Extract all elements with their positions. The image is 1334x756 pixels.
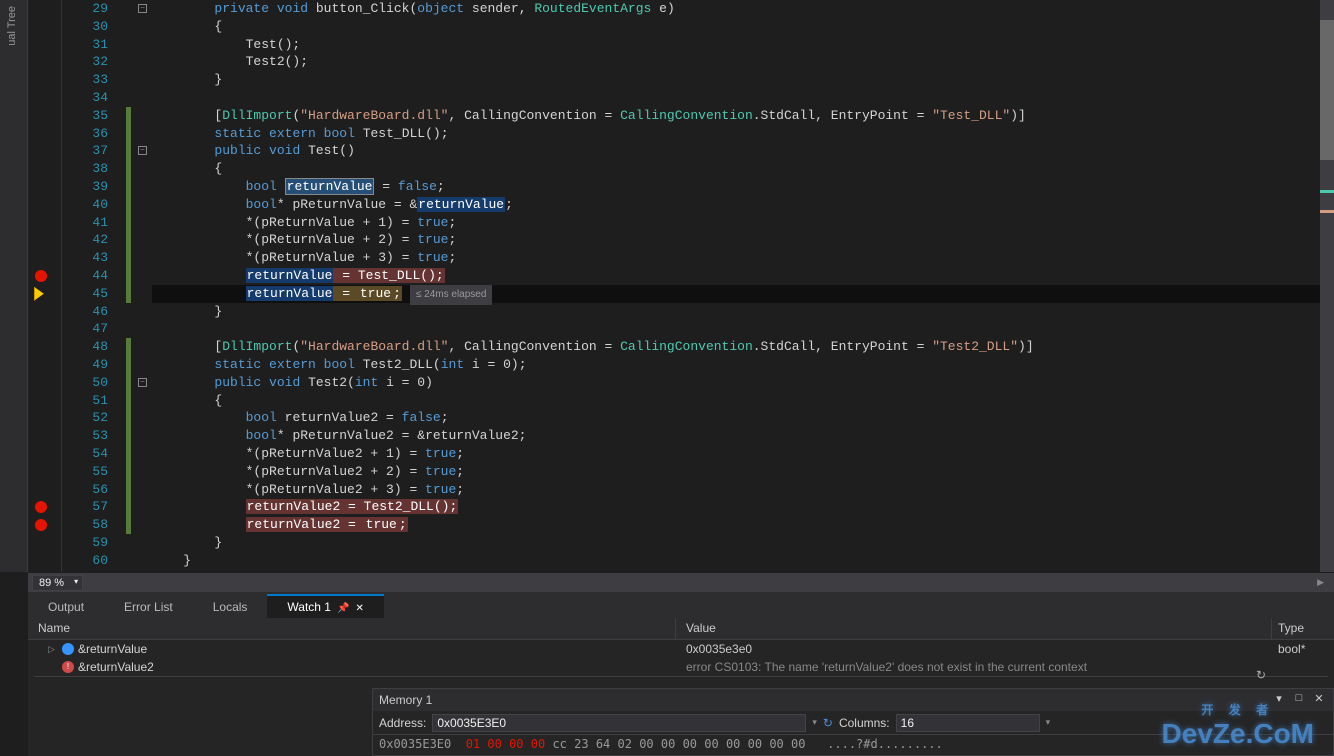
code-line[interactable]: private void button_Click(object sender,… — [152, 0, 675, 18]
watch-header-type[interactable]: Type — [1272, 618, 1334, 639]
code-line[interactable]: } — [152, 534, 222, 552]
breakpoint-marker[interactable] — [35, 519, 47, 531]
code-line[interactable]: *(pReturnValue + 1) = true; — [152, 214, 456, 232]
watch-value: 0x0035e3e0 — [676, 642, 1272, 656]
vertical-scrollbar[interactable] — [1320, 0, 1334, 572]
code-line[interactable]: Test(); — [152, 36, 300, 54]
memory-address-input[interactable] — [432, 714, 806, 732]
tab-watch-1[interactable]: Watch 1📌✕ — [267, 594, 383, 618]
tab-error-list[interactable]: Error List — [104, 596, 193, 618]
tab-output[interactable]: Output — [28, 596, 104, 618]
code-line[interactable]: *(pReturnValue + 2) = true; — [152, 231, 456, 249]
code-line[interactable]: *(pReturnValue + 3) = true; — [152, 249, 456, 267]
code-editor[interactable]: 29 30 31 32 33 34 35 36 37 38 39 40 41 4… — [28, 0, 1334, 572]
memory-hex-view[interactable]: 0x0035E3E0 01 00 00 00 cc 23 64 02 00 00… — [373, 735, 1333, 753]
memory-title-bar: Memory 1 ▾ □ ✕ — [373, 689, 1333, 711]
bottom-panel-tabs: OutputError ListLocalsWatch 1📌✕ — [28, 592, 1334, 618]
code-line[interactable]: static extern bool Test_DLL(); — [152, 125, 449, 143]
watch-value: error CS0103: The name 'returnValue2' do… — [676, 660, 1272, 674]
fold-toggle-icon[interactable]: − — [138, 378, 147, 387]
modified-line-marker — [126, 107, 131, 303]
code-line[interactable]: bool* pReturnValue = &returnValue; — [152, 196, 513, 214]
tab-locals[interactable]: Locals — [193, 596, 268, 618]
live-visual-tree-panel[interactable]: ual Tree — [0, 0, 28, 572]
watch-name: &returnValue — [78, 642, 147, 656]
memory-columns-input[interactable] — [896, 714, 1040, 732]
code-line[interactable]: } — [152, 552, 191, 570]
code-line[interactable]: *(pReturnValue2 + 2) = true; — [152, 463, 464, 481]
error-icon: ! — [62, 661, 74, 673]
reload-icon[interactable]: ↻ — [823, 716, 833, 730]
close-icon[interactable]: ✕ — [1311, 692, 1327, 708]
expand-icon[interactable]: ▷ — [48, 644, 58, 655]
code-line[interactable]: { — [152, 160, 222, 178]
perf-tip[interactable]: ≤ 24ms elapsed — [410, 285, 493, 305]
code-line[interactable]: *(pReturnValue2 + 1) = true; — [152, 445, 464, 463]
breakpoint-marker[interactable] — [35, 501, 47, 513]
code-line[interactable]: bool returnValue2 = false; — [152, 409, 449, 427]
editor-zoom-bar: 89 % ▶ — [28, 572, 1334, 592]
code-line[interactable]: public void Test2(int i = 0) — [152, 374, 433, 392]
refresh-icon[interactable]: ↻ — [1256, 668, 1266, 682]
address-dropdown-icon[interactable]: ▾ — [812, 717, 817, 728]
modified-line-marker — [126, 338, 131, 534]
code-folding-column[interactable]: − − − — [136, 0, 150, 572]
watch-name: &returnValue2 — [78, 660, 154, 674]
watch-header-row: Name Value Type — [28, 618, 1334, 640]
scrollbar-thumb[interactable] — [1320, 20, 1334, 160]
maximize-icon[interactable]: □ — [1291, 692, 1307, 708]
pin-icon[interactable]: 📌 — [337, 603, 349, 614]
memory-panel: Memory 1 ▾ □ ✕ Address: ▾ ↻ Columns: ▾ 0… — [372, 688, 1334, 756]
variable-icon — [62, 643, 74, 655]
watch-header-name[interactable]: Name — [28, 618, 676, 639]
close-tab-icon[interactable]: ✕ — [355, 603, 363, 614]
scroll-marker — [1320, 210, 1334, 213]
code-line[interactable]: bool* pReturnValue2 = &returnValue2; — [152, 427, 526, 445]
scroll-right-icon[interactable]: ▶ — [1317, 577, 1334, 588]
side-panel-label: ual Tree — [6, 6, 18, 46]
watch-row[interactable]: ! &returnValue2 error CS0103: The name 're… — [28, 658, 1334, 676]
memory-panel-title: Memory 1 — [379, 693, 432, 707]
code-line[interactable]: { — [152, 392, 222, 410]
breakpoint-marker[interactable] — [35, 270, 47, 282]
code-line[interactable]: [DllImport("HardwareBoard.dll", CallingC… — [152, 107, 1026, 125]
current-line-arrow-icon — [34, 287, 48, 301]
columns-dropdown-icon[interactable]: ▾ — [1046, 717, 1051, 728]
scroll-marker — [1320, 190, 1334, 193]
watch-type: bool* — [1272, 642, 1334, 656]
watch-header-value[interactable]: Value — [676, 618, 1272, 639]
code-line[interactable]: returnValue = Test_DLL(); — [152, 267, 445, 285]
zoom-combo[interactable]: 89 % — [32, 575, 83, 591]
code-line[interactable]: returnValue2 = Test2_DLL(); — [152, 498, 458, 516]
code-line[interactable]: *(pReturnValue2 + 3) = true; — [152, 481, 464, 499]
code-line[interactable]: returnValue2 = true; — [152, 516, 408, 534]
line-number-column: 29 30 31 32 33 34 35 36 37 38 39 40 41 4… — [62, 0, 126, 572]
watch-row[interactable]: ▷ &returnValue 0x0035e3e0bool* — [28, 640, 1334, 658]
code-line[interactable]: } — [152, 71, 222, 89]
code-line[interactable]: bool returnValue = false; — [152, 178, 445, 196]
fold-toggle-icon[interactable]: − — [138, 4, 147, 13]
window-dropdown-icon[interactable]: ▾ — [1271, 692, 1287, 708]
columns-label: Columns: — [839, 716, 890, 730]
fold-toggle-icon[interactable]: − — [138, 146, 147, 155]
code-line[interactable]: { — [152, 18, 222, 36]
code-line[interactable]: static extern bool Test2_DLL(int i = 0); — [152, 356, 527, 374]
code-line[interactable]: } — [152, 303, 222, 321]
breakpoint-gutter[interactable] — [28, 0, 62, 572]
address-label: Address: — [379, 716, 426, 730]
memory-toolbar: Address: ▾ ↻ Columns: ▾ — [373, 711, 1333, 735]
modified-indicator-bar — [126, 0, 131, 572]
code-content[interactable]: private void button_Click(object sender,… — [152, 0, 1320, 572]
code-line[interactable]: public void Test() — [152, 142, 355, 160]
code-line[interactable]: [DllImport("HardwareBoard.dll", CallingC… — [152, 338, 1034, 356]
code-line[interactable]: Test2(); — [152, 53, 308, 71]
